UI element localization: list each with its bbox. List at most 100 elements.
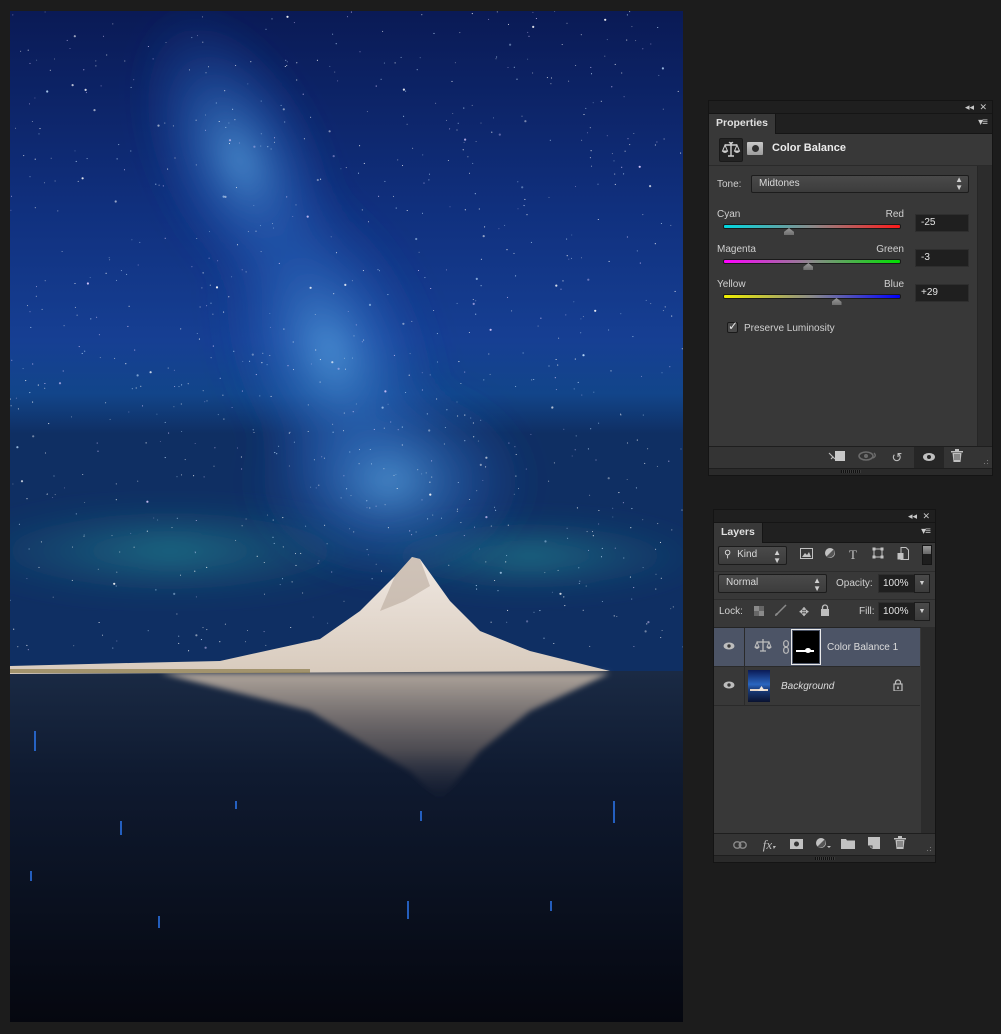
star — [429, 374, 431, 376]
star — [37, 384, 39, 386]
star — [157, 519, 159, 521]
panel-title-strip[interactable]: ◂◂ ✕ — [709, 101, 992, 114]
mask-link-icon[interactable] — [783, 640, 789, 654]
star — [431, 476, 433, 478]
reset-icon[interactable]: ↺ — [889, 449, 905, 466]
collapse-panel-icon[interactable]: ◂◂ — [908, 510, 917, 522]
magenta-green-value-input[interactable]: -3 — [915, 249, 969, 267]
star — [528, 35, 530, 37]
yellow-blue-value-input[interactable]: +29 — [915, 284, 969, 302]
tone-select[interactable]: Midtones ▲ ▼ — [751, 175, 969, 193]
magenta-green-slider[interactable] — [723, 259, 901, 264]
layer-row-color-balance[interactable]: Color Balance 1 — [714, 628, 920, 667]
pixel-layer-filter-icon[interactable] — [798, 547, 814, 563]
blend-mode-select[interactable]: Normal ▲ ▼ — [718, 574, 827, 593]
opacity-dropdown-button[interactable]: ▼ — [914, 574, 930, 593]
star — [269, 354, 271, 357]
lock-all-icon[interactable] — [817, 604, 833, 620]
layer-name[interactable]: Color Balance 1 — [827, 642, 898, 653]
opacity-label: Opacity: — [836, 578, 873, 589]
star — [662, 108, 664, 110]
layer-mask-icon[interactable] — [747, 142, 763, 155]
star — [440, 517, 443, 519]
panel-grip[interactable] — [709, 469, 992, 475]
shape-layer-filter-icon[interactable] — [870, 547, 886, 563]
star — [337, 367, 340, 370]
new-adjustment-icon[interactable] — [814, 836, 832, 853]
add-mask-icon[interactable] — [788, 836, 804, 853]
delete-layer-icon[interactable] — [892, 836, 908, 853]
cyan-red-value-input[interactable]: -25 — [915, 214, 969, 232]
star — [278, 262, 280, 264]
type-layer-filter-icon[interactable]: T — [845, 547, 861, 563]
star — [116, 158, 118, 160]
layer-filter-select[interactable]: ⚲ Kind ▲ ▼ — [718, 546, 787, 565]
panel-resize-handle[interactable] — [923, 843, 933, 853]
star — [39, 128, 41, 130]
star — [115, 279, 118, 281]
star — [445, 119, 448, 121]
smart-object-filter-icon[interactable] — [895, 547, 911, 563]
layer-visibility-toggle[interactable] — [714, 667, 745, 705]
star — [32, 435, 35, 438]
tab-properties[interactable]: Properties — [709, 114, 776, 134]
star — [245, 518, 247, 520]
star — [201, 16, 204, 18]
fill-dropdown-button[interactable]: ▼ — [914, 602, 930, 621]
properties-panel: ◂◂ ✕ Properties ▾≡ Color Balance Tone: M… — [708, 100, 993, 476]
layer-thumbnail[interactable] — [748, 670, 770, 702]
close-panel-icon[interactable]: ✕ — [922, 510, 930, 522]
star — [167, 367, 169, 369]
filter-toggle-switch[interactable] — [922, 545, 932, 565]
star — [57, 210, 59, 212]
layers-scrollbar[interactable] — [921, 627, 935, 835]
properties-scrollbar[interactable] — [977, 166, 992, 448]
star — [213, 465, 215, 467]
star — [251, 353, 254, 356]
collapse-panel-icon[interactable]: ◂◂ — [965, 101, 974, 113]
star — [38, 566, 40, 568]
layer-name[interactable]: Background — [781, 681, 834, 692]
star — [193, 475, 195, 477]
star — [335, 252, 338, 254]
preserve-luminosity-checkbox[interactable] — [727, 319, 738, 333]
color-balance-icon[interactable] — [719, 138, 743, 162]
lock-transparent-pixels-icon[interactable] — [751, 604, 767, 620]
panel-grip[interactable] — [714, 856, 935, 862]
star — [16, 446, 19, 449]
star — [476, 490, 478, 492]
view-previous-state-icon[interactable] — [857, 449, 879, 466]
cyan-red-slider[interactable] — [723, 224, 901, 229]
layer-row-background[interactable]: Background — [714, 667, 920, 706]
document-canvas[interactable] — [10, 11, 683, 1022]
star — [54, 494, 56, 496]
layer-visibility-toggle[interactable] — [714, 628, 745, 666]
panel-menu-icon[interactable]: ▾≡ — [921, 526, 931, 537]
clip-to-layer-icon[interactable] — [827, 449, 847, 466]
close-panel-icon[interactable]: ✕ — [979, 101, 987, 113]
lock-position-icon[interactable]: ✥ — [796, 604, 812, 620]
yellow-blue-slider[interactable] — [723, 294, 901, 299]
panel-menu-icon[interactable]: ▾≡ — [978, 117, 988, 128]
star — [278, 445, 280, 447]
star — [421, 499, 423, 501]
fx-icon[interactable]: fx▾ — [760, 836, 778, 853]
star — [480, 122, 482, 124]
link-layers-icon[interactable] — [732, 836, 748, 853]
star — [331, 361, 334, 364]
star — [393, 354, 395, 356]
star — [506, 621, 508, 623]
star — [642, 214, 644, 216]
new-group-icon[interactable] — [840, 836, 856, 853]
lock-image-pixels-icon[interactable] — [773, 604, 789, 620]
panel-title-strip[interactable]: ◂◂ ✕ — [714, 510, 935, 523]
tab-layers[interactable]: Layers — [714, 523, 763, 543]
panel-resize-handle[interactable] — [980, 456, 990, 466]
visibility-icon[interactable] — [914, 447, 944, 468]
star — [305, 525, 307, 527]
new-layer-icon[interactable] — [866, 836, 882, 853]
adjustment-layer-filter-icon[interactable] — [822, 547, 838, 563]
layer-mask-thumbnail[interactable] — [791, 629, 821, 665]
lock-label: Lock: — [719, 606, 743, 617]
star — [436, 398, 438, 400]
